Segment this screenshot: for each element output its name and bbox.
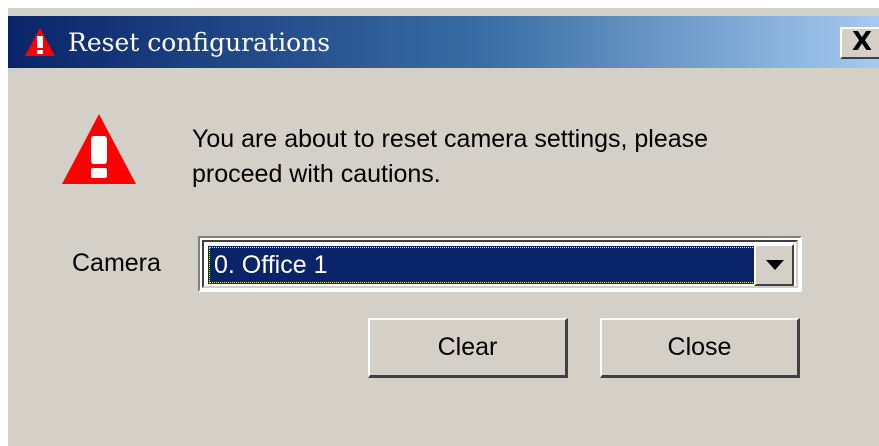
close-window-button[interactable]: X <box>840 27 879 59</box>
camera-select[interactable]: 0. Office 1 <box>198 236 802 292</box>
warning-triangle-icon <box>62 114 136 184</box>
chevron-down-icon[interactable] <box>754 244 794 286</box>
camera-select-value[interactable]: 0. Office 1 <box>208 246 756 284</box>
close-button[interactable]: Close <box>600 318 800 378</box>
warning-triangle-icon <box>25 28 55 56</box>
window-title: Reset configurations <box>68 28 331 57</box>
title-bar[interactable]: Reset configurations X <box>8 16 879 68</box>
warning-message-line-1: You are about to reset camera settings, … <box>192 125 709 153</box>
warning-message-line-2: proceed with cautions. <box>192 160 441 188</box>
camera-label: Camera <box>72 249 161 277</box>
clear-button[interactable]: Clear <box>368 318 568 378</box>
camera-select-frame: 0. Office 1 <box>202 240 798 288</box>
warning-message: You are about to reset camera settings, … <box>192 122 708 192</box>
